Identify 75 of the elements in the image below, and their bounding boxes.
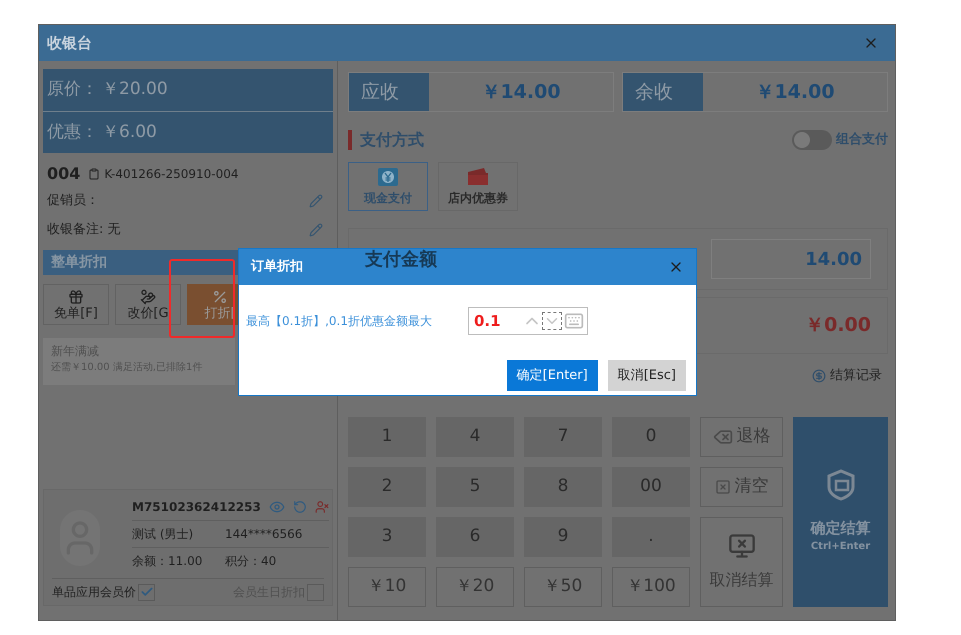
option-label: 单品应用会员价: [52, 584, 136, 601]
member-points: 积分：40: [225, 553, 276, 570]
keypad-key[interactable]: ￥10: [348, 566, 426, 606]
keypad-key[interactable]: ￥20: [436, 566, 514, 606]
check-icon: [140, 585, 154, 599]
remove-user-icon[interactable]: [314, 500, 329, 514]
edit-icon[interactable]: [309, 194, 323, 208]
accent-bar: [348, 130, 352, 150]
yen-icon: [377, 166, 399, 186]
cancel-button[interactable]: 取消[Esc]: [608, 360, 686, 391]
backspace-button[interactable]: 退格: [700, 416, 783, 456]
keypad-key[interactable]: .: [612, 516, 690, 556]
confirm-checkout-button[interactable]: 确定结算 Ctrl+Enter: [793, 416, 888, 606]
hand-coin-icon: [140, 289, 156, 305]
percent-icon: [212, 289, 228, 305]
window-title: 收银台: [47, 32, 92, 54]
keypad-key[interactable]: 3: [348, 516, 426, 556]
refresh-icon[interactable]: [292, 500, 307, 514]
summary-value: ￥20.00: [102, 78, 168, 102]
clipboard-icon: [88, 168, 100, 180]
clear-icon: [714, 478, 730, 494]
section-title: 整单折扣: [51, 253, 107, 272]
dialog-title: 订单折扣: [251, 258, 303, 276]
keypad-key[interactable]: 00: [612, 466, 690, 506]
keyboard-icon[interactable]: [564, 311, 584, 331]
pay-amount-label: 支付金额: [365, 248, 437, 272]
payment-method-button[interactable]: 店内优惠券: [438, 162, 518, 211]
section-title: 支付方式: [360, 129, 424, 151]
member-id: M75102362412253: [132, 499, 261, 516]
member-balance: 余额：11.00: [132, 553, 204, 570]
summary-label: 原价：: [47, 78, 98, 102]
discount-button[interactable]: 免单[F]: [43, 284, 109, 325]
pay-amount-field[interactable]: 14.00: [711, 239, 871, 279]
total-label: 余收: [623, 73, 703, 111]
keypad-key[interactable]: 4: [436, 416, 514, 456]
discount-button[interactable]: 改价[G: [115, 284, 181, 325]
discount-input[interactable]: 0.1: [468, 307, 588, 335]
cancel-checkout-button[interactable]: 取消结算: [700, 516, 783, 606]
input-value: 0.1: [474, 310, 502, 332]
keypad-key[interactable]: 9: [524, 516, 602, 556]
total-value: ￥14.00: [754, 80, 836, 105]
payment-method-button[interactable]: 现金支付: [348, 162, 428, 211]
keypad-key[interactable]: 6: [436, 516, 514, 556]
keypad-key[interactable]: 2: [348, 466, 426, 506]
summary-value: ￥6.00: [102, 120, 157, 144]
keypad-key[interactable]: 5: [436, 466, 514, 506]
confirm-button[interactable]: 确定[Enter]: [506, 360, 598, 391]
toggle-label: 组合支付: [836, 131, 888, 150]
eye-icon[interactable]: [268, 499, 285, 515]
checkbox[interactable]: [138, 584, 155, 600]
total-value: ￥14.00: [480, 80, 562, 105]
keypad-key[interactable]: 1: [348, 416, 426, 456]
history-link[interactable]: 结算记录: [830, 366, 882, 386]
shield-icon: [826, 468, 854, 501]
summary-label: 优惠：: [47, 120, 98, 144]
change-amount: ￥0.00: [805, 313, 871, 338]
member-name: 测试 (男士): [132, 526, 194, 543]
total-label: 应收: [349, 73, 429, 111]
keypad-key[interactable]: 7: [524, 416, 602, 456]
keypad-key[interactable]: 8: [524, 466, 602, 506]
monitor-x-icon: [728, 532, 756, 560]
keypad-key[interactable]: ￥100: [612, 566, 690, 606]
coupon-icon: [466, 166, 490, 186]
edit-icon[interactable]: [309, 223, 323, 237]
dollar-circle-icon: [812, 368, 826, 383]
info-label: 促销员：: [47, 192, 99, 210]
gift-icon: [68, 289, 84, 305]
order-code: K-401266-250910-004: [104, 166, 239, 183]
keypad-key[interactable]: ￥50: [524, 566, 602, 606]
order-number: 004: [47, 163, 80, 185]
decrement-control[interactable]: [542, 312, 562, 330]
keypad-key[interactable]: 0: [612, 416, 690, 456]
info-label: 收银备注: 无: [47, 221, 121, 240]
member-phone: 144****6566: [225, 526, 302, 543]
toggle-switch[interactable]: [792, 130, 832, 150]
